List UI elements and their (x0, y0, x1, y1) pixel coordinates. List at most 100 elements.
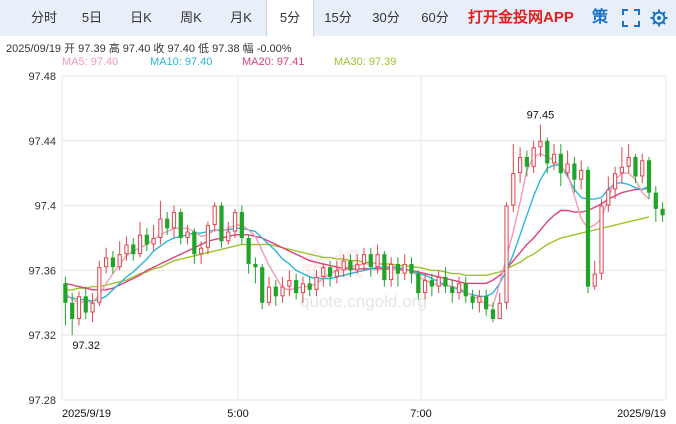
candle (83, 286, 88, 319)
candle (504, 202, 509, 310)
candle (158, 200, 163, 245)
candle-body (606, 189, 611, 206)
candle (226, 221, 231, 245)
candle-body (280, 286, 285, 297)
candle-body (131, 244, 136, 255)
candle (321, 263, 326, 287)
candle (402, 254, 407, 281)
candle-body (185, 231, 190, 239)
candle-body (83, 296, 88, 313)
candle-body (226, 231, 231, 242)
candle-body (490, 309, 496, 319)
candle (484, 289, 489, 316)
candle (361, 247, 367, 271)
candle-body (63, 283, 68, 303)
candle-body (511, 173, 516, 206)
y-tick-label: 97.48 (28, 71, 56, 83)
candle-body (504, 205, 509, 303)
low-price-label: 97.32 (72, 340, 100, 352)
candle (314, 270, 319, 297)
candle-body (626, 157, 631, 167)
candle (205, 221, 211, 255)
candle-body (646, 160, 652, 193)
candle-body (640, 160, 645, 177)
candle (416, 270, 421, 300)
candle-body (619, 166, 624, 174)
candle (294, 273, 299, 300)
candle (280, 276, 285, 303)
candle-body (97, 267, 102, 303)
candle-body (165, 218, 170, 229)
candle-body (151, 238, 156, 245)
candle-body (314, 276, 319, 290)
ma30-line (65, 216, 650, 291)
price-annotations: 97.45 97.32 (72, 110, 554, 353)
candle (76, 291, 82, 326)
candle-body (219, 205, 224, 242)
candle-body (104, 257, 109, 268)
candle-body (321, 267, 326, 277)
candle-body (361, 254, 367, 264)
candle-body (287, 280, 292, 287)
candle (477, 289, 482, 313)
candle-body (477, 296, 482, 303)
candles (63, 124, 665, 336)
candle-body (579, 169, 584, 180)
ma10-line (65, 164, 650, 302)
candle-body (402, 263, 407, 274)
candle-body (246, 238, 251, 264)
candle-body (144, 234, 149, 245)
x-tick-label: 7:00 (410, 408, 431, 420)
candle (137, 221, 143, 258)
x-tick-label: 2025/9/19 (617, 408, 666, 420)
candle (341, 254, 346, 277)
candle (117, 241, 122, 271)
candle (389, 257, 394, 287)
candle-body (137, 234, 143, 255)
candle-body (307, 283, 312, 290)
candle-body (334, 270, 339, 277)
candle-body (470, 296, 475, 303)
candle-body (239, 212, 244, 238)
candle-body (171, 212, 177, 229)
candle (619, 147, 624, 183)
candle (144, 228, 149, 251)
candle (266, 276, 272, 307)
candle-body (368, 254, 373, 268)
candle-body (117, 254, 122, 268)
candle-body (517, 157, 523, 174)
candle-body (341, 260, 346, 271)
candle (70, 293, 75, 336)
candle-body (382, 254, 387, 281)
candle-body (124, 244, 129, 255)
candle-body (660, 208, 665, 216)
candle-body (205, 225, 211, 248)
y-axis-labels: 97.48 97.44 97.4 97.36 97.32 97.28 (28, 71, 56, 407)
candle (287, 270, 292, 297)
candle-body (612, 173, 618, 190)
candle-body (456, 283, 462, 294)
candle-body (192, 231, 197, 255)
candle (192, 228, 197, 264)
candle-body (565, 163, 570, 174)
candle (456, 276, 462, 300)
candle-body (260, 267, 265, 303)
candle-body (599, 205, 604, 274)
candle-body (633, 157, 638, 177)
candle-body (158, 218, 163, 238)
candle-body (199, 247, 204, 255)
candle-body (551, 153, 557, 164)
candle (212, 202, 217, 232)
candle (131, 238, 136, 261)
candle (90, 293, 95, 323)
ma5-line (64, 153, 650, 307)
candle-body (429, 280, 434, 287)
candle (450, 280, 455, 303)
candle-body (422, 280, 428, 294)
candle-body (375, 254, 380, 268)
candle-body (355, 263, 360, 271)
candle-body (232, 212, 238, 232)
candle (300, 276, 306, 303)
candle (565, 150, 570, 177)
candle-body (90, 302, 95, 313)
